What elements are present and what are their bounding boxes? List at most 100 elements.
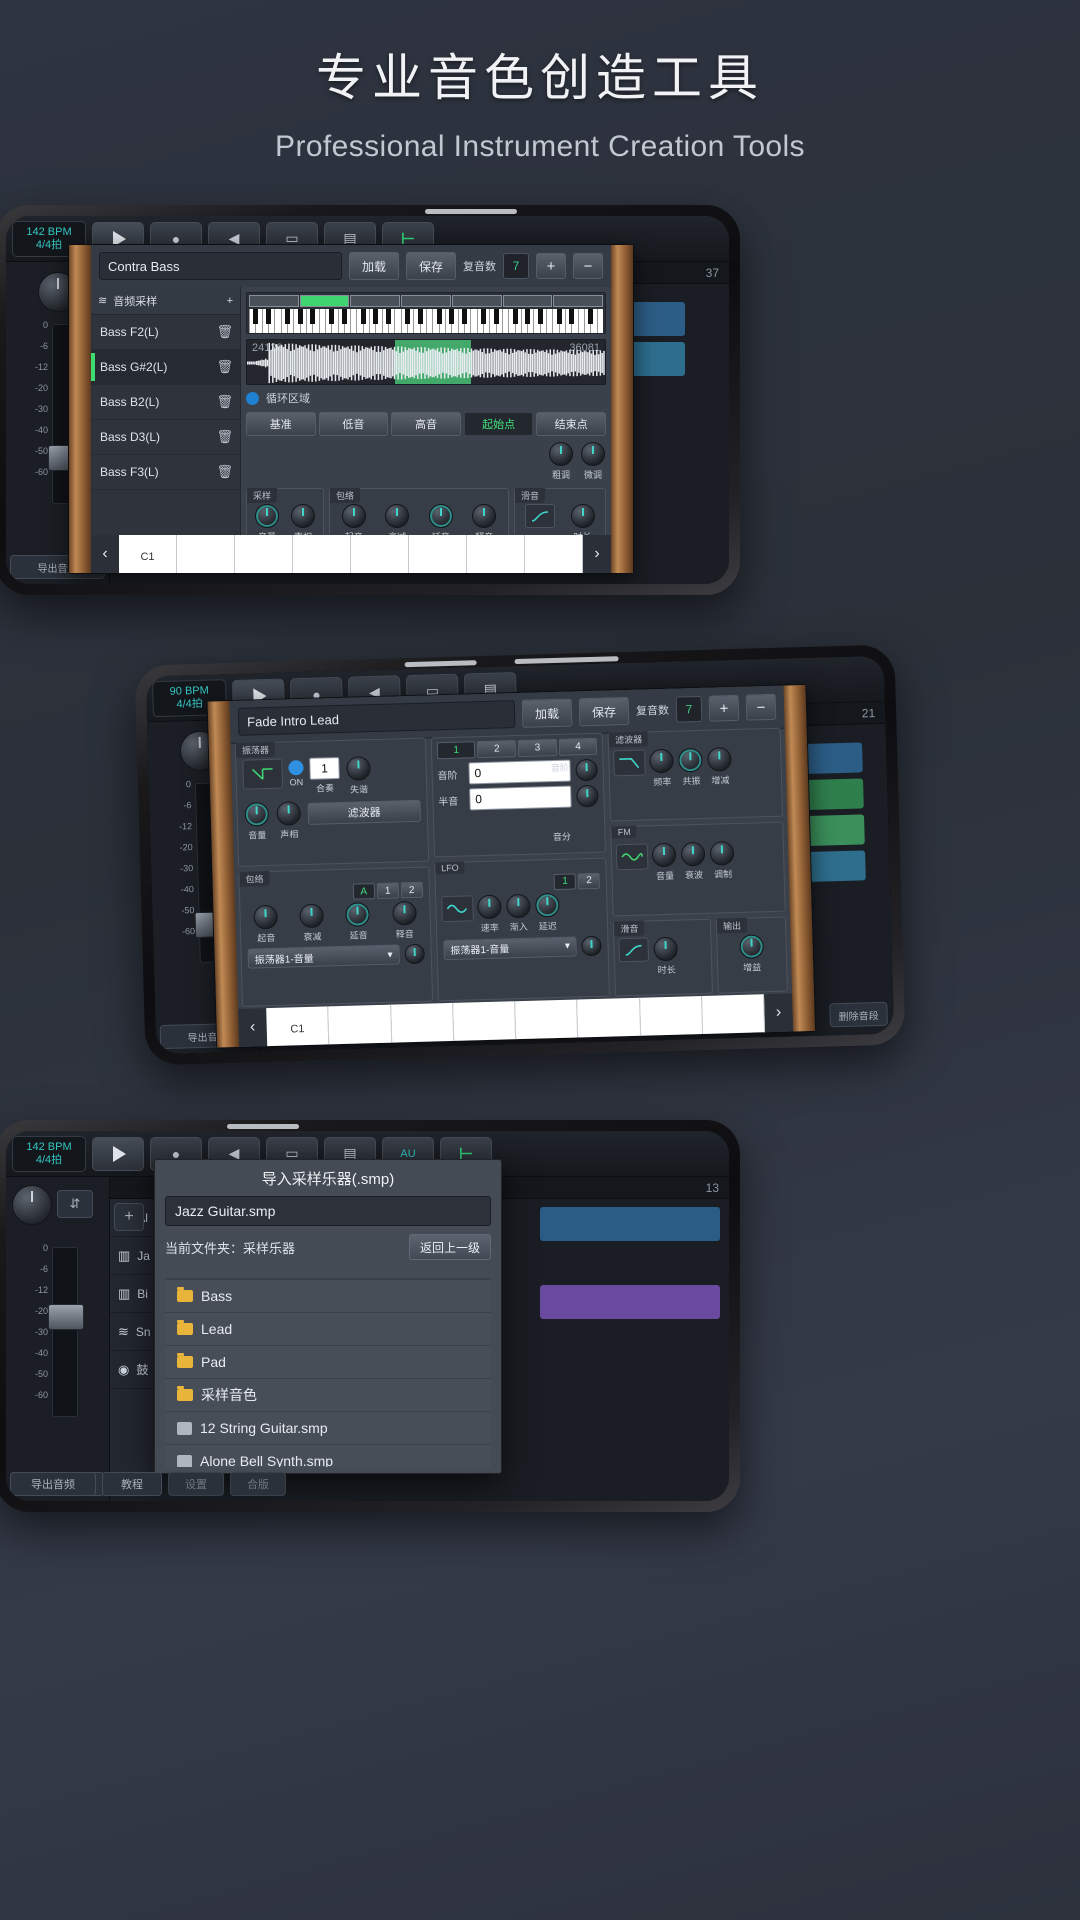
- list-item[interactable]: Pad: [165, 1345, 491, 1378]
- knob-dial[interactable]: [652, 843, 677, 868]
- black-key[interactable]: [405, 309, 410, 324]
- osc-volume-knob[interactable]: 音量: [243, 802, 270, 842]
- filter-shape-button[interactable]: [614, 749, 647, 776]
- black-key[interactable]: [449, 309, 454, 324]
- knob-dial[interactable]: [535, 893, 560, 918]
- knob-dial[interactable]: [506, 894, 531, 919]
- fader-cap[interactable]: [48, 1304, 84, 1330]
- delete-icon[interactable]: 🗑: [216, 429, 233, 445]
- tab-base[interactable]: 基准: [246, 412, 316, 436]
- poly-decrease-button[interactable]: −: [746, 694, 777, 721]
- white-key[interactable]: [409, 535, 467, 573]
- knob-dial[interactable]: [342, 504, 366, 528]
- octave-next-button[interactable]: ›: [583, 535, 611, 573]
- delete-icon[interactable]: 🗑: [216, 359, 233, 375]
- knob-dial[interactable]: [549, 442, 573, 466]
- tab-start-point[interactable]: 起始点: [464, 412, 534, 436]
- knob-dial[interactable]: [472, 504, 496, 528]
- back-button[interactable]: 返回上一级: [409, 1234, 491, 1260]
- range-block[interactable]: [249, 295, 299, 307]
- black-key[interactable]: [437, 309, 442, 324]
- clip[interactable]: [540, 1285, 720, 1319]
- glide-curve-button[interactable]: [525, 504, 555, 528]
- play-button[interactable]: [92, 1137, 144, 1171]
- tab-high[interactable]: 高音: [391, 412, 461, 436]
- coarse-tune-knob[interactable]: 粗调: [548, 442, 574, 481]
- add-sample-icon[interactable]: +: [227, 295, 233, 307]
- black-key[interactable]: [298, 309, 303, 324]
- white-key[interactable]: [702, 994, 765, 1034]
- list-item[interactable]: 12 String Guitar.smp: [165, 1411, 491, 1444]
- semitone-knob[interactable]: [576, 759, 599, 782]
- black-key[interactable]: [588, 309, 593, 324]
- env-tab-1[interactable]: 1: [377, 882, 399, 899]
- waveform-select-button[interactable]: [242, 759, 283, 790]
- load-button[interactable]: 加载: [349, 252, 399, 280]
- knob-dial[interactable]: [300, 904, 325, 929]
- white-key[interactable]: [640, 996, 703, 1036]
- black-key[interactable]: [361, 309, 366, 324]
- save-button[interactable]: 保存: [579, 697, 630, 726]
- white-key[interactable]: [351, 535, 409, 573]
- range-block[interactable]: [452, 295, 502, 307]
- delete-icon[interactable]: 🗑: [216, 394, 233, 410]
- volume-fader[interactable]: [52, 1247, 78, 1417]
- export-audio-button[interactable]: 导出音频: [10, 1472, 96, 1496]
- lfo-delay-knob[interactable]: 延迟: [534, 893, 561, 933]
- unison-stepper[interactable]: 1 合奏: [309, 757, 340, 797]
- knob-dial[interactable]: [581, 442, 605, 466]
- tutorial-button[interactable]: 教程: [102, 1472, 162, 1496]
- filter-button[interactable]: 滤波器: [307, 800, 420, 825]
- env-tab-a[interactable]: A: [353, 883, 375, 900]
- black-key[interactable]: [310, 309, 315, 324]
- glide-curve-button[interactable]: [619, 937, 650, 962]
- lfo-rate-knob[interactable]: 速率: [476, 894, 503, 934]
- mixer-routing-button[interactable]: ⇵: [57, 1190, 93, 1218]
- list-item[interactable]: Bass: [165, 1279, 491, 1312]
- range-block[interactable]: [553, 295, 603, 307]
- filename-input[interactable]: Jazz Guitar.smp: [165, 1196, 491, 1226]
- white-key[interactable]: C1: [119, 535, 177, 573]
- env-amount-knob[interactable]: [404, 944, 425, 965]
- filter-gain-knob[interactable]: 增减: [706, 747, 733, 787]
- black-key[interactable]: [538, 309, 543, 324]
- range-block[interactable]: [401, 295, 451, 307]
- lfo-shape-button[interactable]: [441, 895, 474, 922]
- white-key[interactable]: [328, 1005, 391, 1045]
- key-range-blocks[interactable]: [249, 295, 603, 307]
- black-key[interactable]: [373, 309, 378, 324]
- about-button[interactable]: 合版: [230, 1472, 286, 1496]
- knob-dial[interactable]: [678, 748, 703, 773]
- black-key[interactable]: [285, 309, 290, 324]
- black-key[interactable]: [494, 309, 499, 324]
- waveform-display[interactable]: 24120 36081: [246, 339, 606, 385]
- poly-increase-button[interactable]: +: [536, 253, 566, 279]
- white-key[interactable]: [391, 1003, 454, 1043]
- knob-dial[interactable]: [571, 504, 595, 528]
- white-key[interactable]: [235, 535, 293, 573]
- osc-tab-2[interactable]: 2: [477, 740, 516, 758]
- osc-tab-3[interactable]: 3: [518, 739, 557, 757]
- knob-dial[interactable]: [710, 841, 735, 866]
- file-list[interactable]: Bass Lead Pad 采样音色 12 String Guitar.smp …: [165, 1278, 491, 1467]
- key-range-strip[interactable]: [246, 292, 606, 334]
- osc-on-toggle[interactable]: ON: [288, 758, 304, 797]
- knob-dial[interactable]: [385, 504, 409, 528]
- env-target-dropdown[interactable]: 振荡器1-音量▾: [248, 944, 400, 968]
- black-key[interactable]: [253, 309, 258, 324]
- attack-knob[interactable]: 起音: [252, 905, 279, 945]
- cutoff-knob[interactable]: 频率: [648, 749, 675, 789]
- sustain-knob[interactable]: 延音: [345, 902, 372, 942]
- delete-icon[interactable]: 🗑: [216, 324, 233, 340]
- clip[interactable]: [540, 1207, 720, 1241]
- white-key[interactable]: [177, 535, 235, 573]
- black-key[interactable]: [418, 309, 423, 324]
- white-key[interactable]: [515, 999, 578, 1039]
- lfo-target-dropdown[interactable]: 振荡器1-音量▾: [443, 936, 577, 960]
- settings-button[interactable]: 设置: [168, 1472, 224, 1496]
- cents-value[interactable]: 0: [469, 786, 572, 811]
- black-key[interactable]: [462, 309, 467, 324]
- knob-dial[interactable]: [244, 802, 269, 827]
- black-key[interactable]: [329, 309, 334, 324]
- black-key[interactable]: [342, 309, 347, 324]
